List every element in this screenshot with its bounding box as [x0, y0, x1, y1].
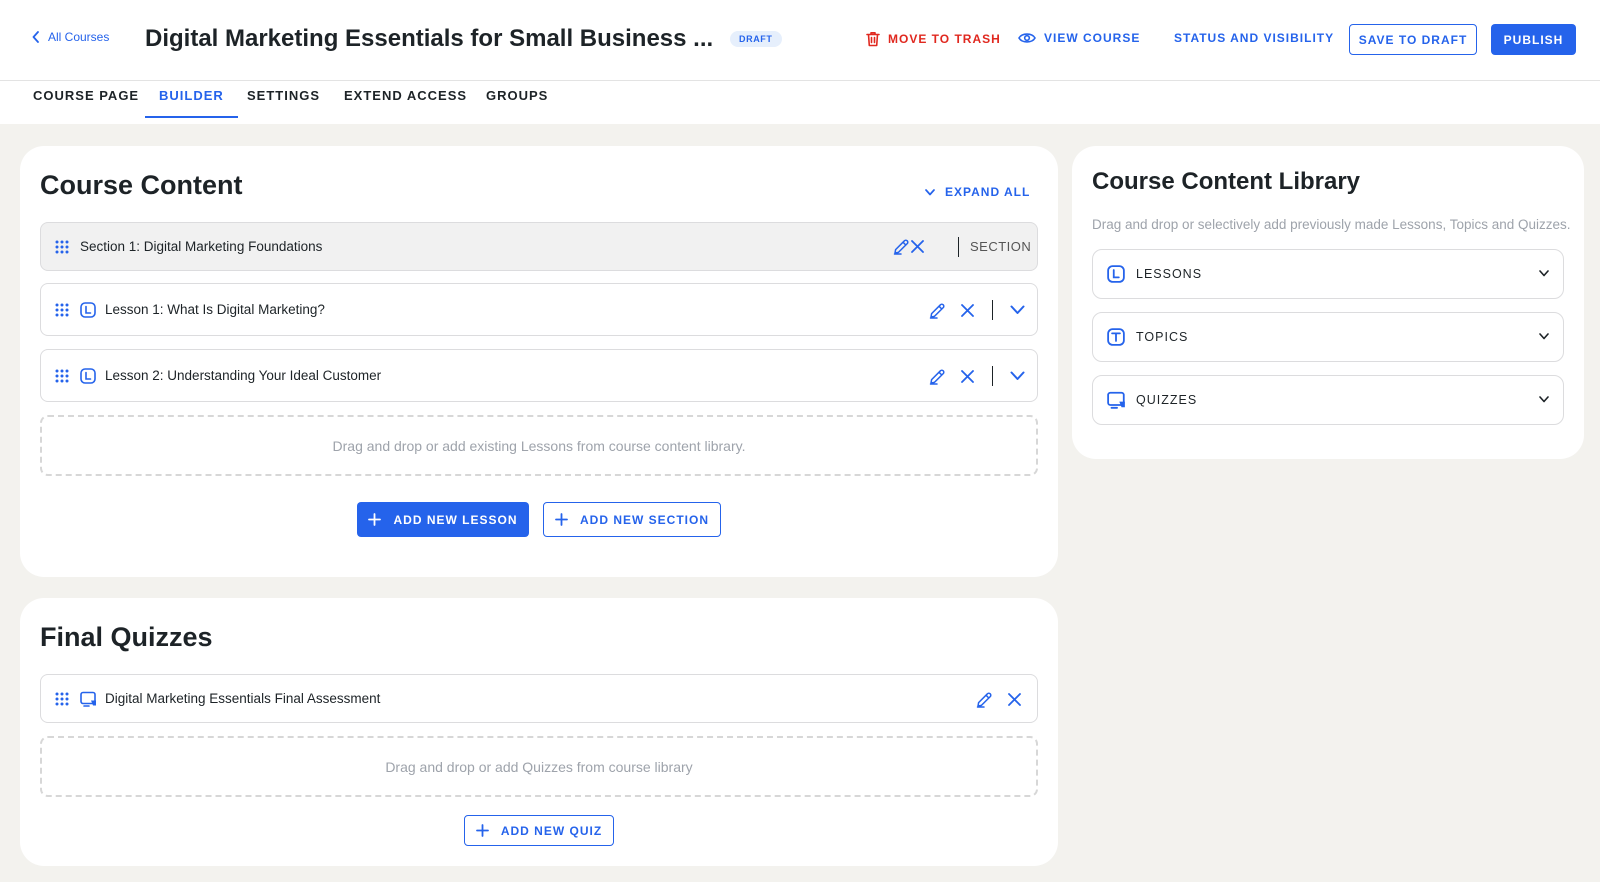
move-to-trash-button[interactable]: MOVE TO TRASH: [866, 31, 1001, 47]
library-quizzes-label: QUIZZES: [1136, 393, 1198, 407]
publish-button[interactable]: PUBLISH: [1491, 24, 1576, 55]
tab-extend-access[interactable]: EXTEND ACCESS: [344, 88, 467, 118]
lesson-icon: [80, 368, 96, 384]
drag-handle-icon[interactable]: [55, 240, 69, 254]
add-new-lesson-button[interactable]: ADD NEW LESSON: [357, 502, 529, 537]
topic-icon: [1107, 328, 1125, 346]
library-lessons-label: LESSONS: [1136, 267, 1203, 281]
drag-handle-icon[interactable]: [55, 303, 69, 317]
top-header: All Courses Digital Marketing Essentials…: [0, 0, 1600, 81]
plus-icon: [368, 513, 382, 526]
quiz-title: Digital Marketing Essentials Final Asses…: [105, 691, 381, 706]
divider: [992, 300, 993, 320]
quiz-icon: [1107, 391, 1125, 409]
course-title: Digital Marketing Essentials for Small B…: [145, 25, 714, 52]
edit-pencil-icon[interactable]: [929, 302, 946, 319]
divider: [958, 237, 959, 257]
section-type-label: SECTION: [970, 239, 1032, 254]
lesson-title: Lesson 1: What Is Digital Marketing?: [105, 302, 325, 317]
expand-all-button[interactable]: EXPAND ALL: [925, 185, 1030, 199]
divider: [992, 366, 993, 386]
chevron-left-icon: [32, 31, 39, 43]
tab-groups[interactable]: GROUPS: [486, 88, 548, 118]
back-to-courses-link[interactable]: All Courses: [32, 30, 109, 44]
add-new-quiz-button[interactable]: ADD NEW QUIZ: [464, 815, 614, 846]
trash-icon: [866, 31, 880, 47]
plus-icon: [475, 824, 489, 837]
drag-handle-icon[interactable]: [55, 369, 69, 383]
section-row[interactable]: Section 1: Digital Marketing Foundations…: [40, 222, 1038, 271]
tab-course-page[interactable]: COURSE PAGE: [33, 88, 139, 118]
plus-icon: [555, 513, 568, 526]
add-new-quiz-label: ADD NEW QUIZ: [500, 823, 603, 838]
lesson-row[interactable]: Lesson 1: What Is Digital Marketing?: [40, 283, 1038, 336]
lesson-icon: [80, 302, 96, 318]
quizzes-dropzone[interactable]: Drag and drop or add Quizzes from course…: [40, 736, 1038, 797]
content-library-title: Course Content Library: [1092, 168, 1361, 195]
remove-x-icon[interactable]: [911, 240, 924, 253]
status-and-visibility-label: STATUS AND VISIBILITY: [1174, 31, 1335, 45]
library-quizzes-accordion[interactable]: QUIZZES: [1092, 375, 1564, 425]
lessons-dropzone[interactable]: Drag and drop or add existing Lessons fr…: [40, 415, 1038, 476]
remove-x-icon[interactable]: [1008, 693, 1021, 706]
move-to-trash-label: MOVE TO TRASH: [888, 32, 1001, 46]
chevron-down-icon: [1539, 333, 1549, 340]
tab-bar: COURSE PAGE BUILDER SETTINGS EXTEND ACCE…: [0, 81, 1600, 124]
expand-all-label: EXPAND ALL: [945, 185, 1031, 199]
library-topics-accordion[interactable]: TOPICS: [1092, 312, 1564, 362]
chevron-down-icon: [1539, 270, 1549, 277]
remove-x-icon[interactable]: [961, 304, 974, 317]
add-new-lesson-label: ADD NEW LESSON: [393, 512, 518, 527]
quiz-icon: [80, 691, 96, 707]
section-title: Section 1: Digital Marketing Foundations: [80, 239, 323, 254]
chevron-down-icon: [925, 188, 935, 195]
quiz-row[interactable]: Digital Marketing Essentials Final Asses…: [40, 674, 1038, 723]
course-content-title: Course Content: [40, 170, 243, 200]
library-lessons-accordion[interactable]: LESSONS: [1092, 249, 1564, 299]
lesson-row[interactable]: Lesson 2: Understanding Your Ideal Custo…: [40, 349, 1038, 402]
lesson-title: Lesson 2: Understanding Your Ideal Custo…: [105, 368, 382, 383]
remove-x-icon[interactable]: [961, 370, 974, 383]
edit-pencil-icon[interactable]: [929, 368, 946, 385]
eye-icon: [1018, 33, 1036, 43]
edit-pencil-icon[interactable]: [976, 691, 993, 708]
status-and-visibility-button[interactable]: STATUS AND VISIBILITY: [1174, 31, 1334, 45]
view-course-label: VIEW COURSE: [1044, 31, 1141, 45]
back-link-label: All Courses: [48, 30, 110, 44]
status-badge: DRAFT: [730, 31, 782, 47]
chevron-down-icon: [1539, 396, 1549, 403]
content-library-subtitle: Drag and drop or selectively add previou…: [1092, 217, 1571, 232]
edit-pencil-icon[interactable]: [893, 238, 910, 255]
tab-settings[interactable]: SETTINGS: [247, 88, 320, 118]
lesson-icon: [1107, 265, 1125, 283]
final-quizzes-title: Final Quizzes: [40, 622, 213, 652]
view-course-button[interactable]: VIEW COURSE: [1018, 31, 1140, 45]
chevron-down-icon[interactable]: [1010, 305, 1025, 315]
add-new-section-label: ADD NEW SECTION: [580, 512, 709, 527]
tab-builder[interactable]: BUILDER: [145, 88, 238, 118]
add-new-section-button[interactable]: ADD NEW SECTION: [543, 502, 721, 537]
chevron-down-icon[interactable]: [1010, 371, 1025, 381]
save-to-draft-button[interactable]: SAVE TO DRAFT: [1349, 24, 1477, 55]
library-topics-label: TOPICS: [1136, 330, 1189, 344]
drag-handle-icon[interactable]: [55, 692, 69, 706]
